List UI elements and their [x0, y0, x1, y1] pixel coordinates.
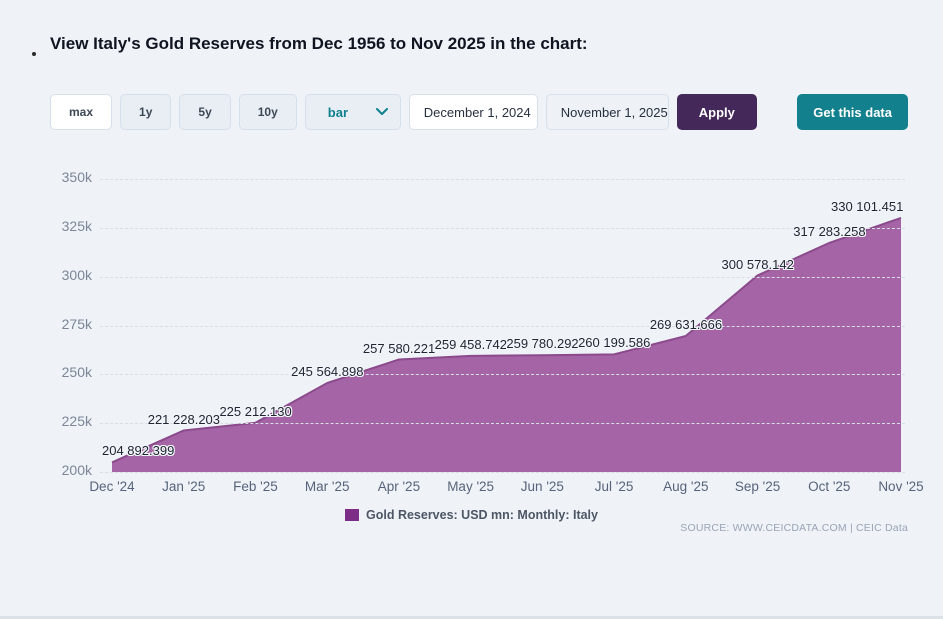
data-label: 204 892.399	[102, 443, 174, 458]
gridline	[100, 472, 905, 473]
x-axis-label: Nov '25	[856, 479, 943, 494]
gridline	[100, 326, 905, 327]
data-label: 245 564.898	[291, 364, 363, 379]
stray-bullet-dot	[32, 52, 36, 56]
apply-button[interactable]: Apply	[677, 94, 757, 130]
data-label: 300 578.142	[722, 257, 794, 272]
data-label: 260 199.586	[578, 335, 650, 350]
gridline	[100, 423, 905, 424]
legend-label: Gold Reserves: USD mn: Monthly: Italy	[366, 508, 598, 522]
data-label: 225 212.130	[219, 404, 291, 419]
end-date-input[interactable]: November 1, 2025	[546, 94, 669, 130]
data-label: 259 458.742	[435, 337, 507, 352]
data-label: 221 228.203	[148, 412, 220, 427]
plot-area: 204 892.399 221 228.203225 212.130 245 564…	[100, 179, 905, 473]
controls-bar: max 1y 5y 10y bar December 1, 2024 Novem…	[50, 94, 908, 130]
y-axis-label: 350k	[0, 169, 92, 185]
data-label: 317 283.258	[793, 224, 865, 239]
source-text: SOURCE: WWW.CEICDATA.COM | CEIC Data	[680, 522, 908, 534]
data-label: 269 631.666	[650, 317, 722, 332]
legend: Gold Reserves: USD mn: Monthly: Italy	[0, 500, 943, 522]
gridline	[100, 228, 905, 229]
chart-type-select[interactable]: bar	[305, 94, 401, 130]
chart-type-value: bar	[328, 105, 348, 120]
chart-footer-row: Gold Reserves: USD mn: Monthly: Italy SO…	[0, 500, 943, 540]
y-axis-label: 275k	[0, 316, 92, 332]
range-button-max[interactable]: max	[50, 94, 112, 130]
chevron-down-icon	[376, 108, 388, 116]
range-button-1y[interactable]: 1y	[120, 94, 171, 130]
chart: 200k 225k 250k 275k 300k 325k 350k 204 892.399…	[0, 166, 943, 500]
data-label: 257 580.221	[363, 341, 435, 356]
get-data-button[interactable]: Get this data	[797, 94, 908, 130]
data-label: 259 780.292	[506, 336, 578, 351]
legend-swatch	[345, 509, 359, 521]
gridline	[100, 277, 905, 278]
y-axis-label: 325k	[0, 218, 92, 234]
range-button-5y[interactable]: 5y	[179, 94, 230, 130]
y-axis-label: 250k	[0, 364, 92, 380]
gridline	[100, 374, 905, 375]
y-axis-label: 225k	[0, 413, 92, 429]
gridline	[100, 179, 905, 180]
y-axis-label: 200k	[0, 462, 92, 478]
range-button-10y[interactable]: 10y	[239, 94, 297, 130]
start-date-input[interactable]: December 1, 2024	[409, 94, 538, 130]
y-axis-label: 300k	[0, 267, 92, 283]
page-title: View Italy's Gold Reserves from Dec 1956…	[50, 34, 908, 54]
data-label: 330 101.451	[831, 199, 903, 214]
